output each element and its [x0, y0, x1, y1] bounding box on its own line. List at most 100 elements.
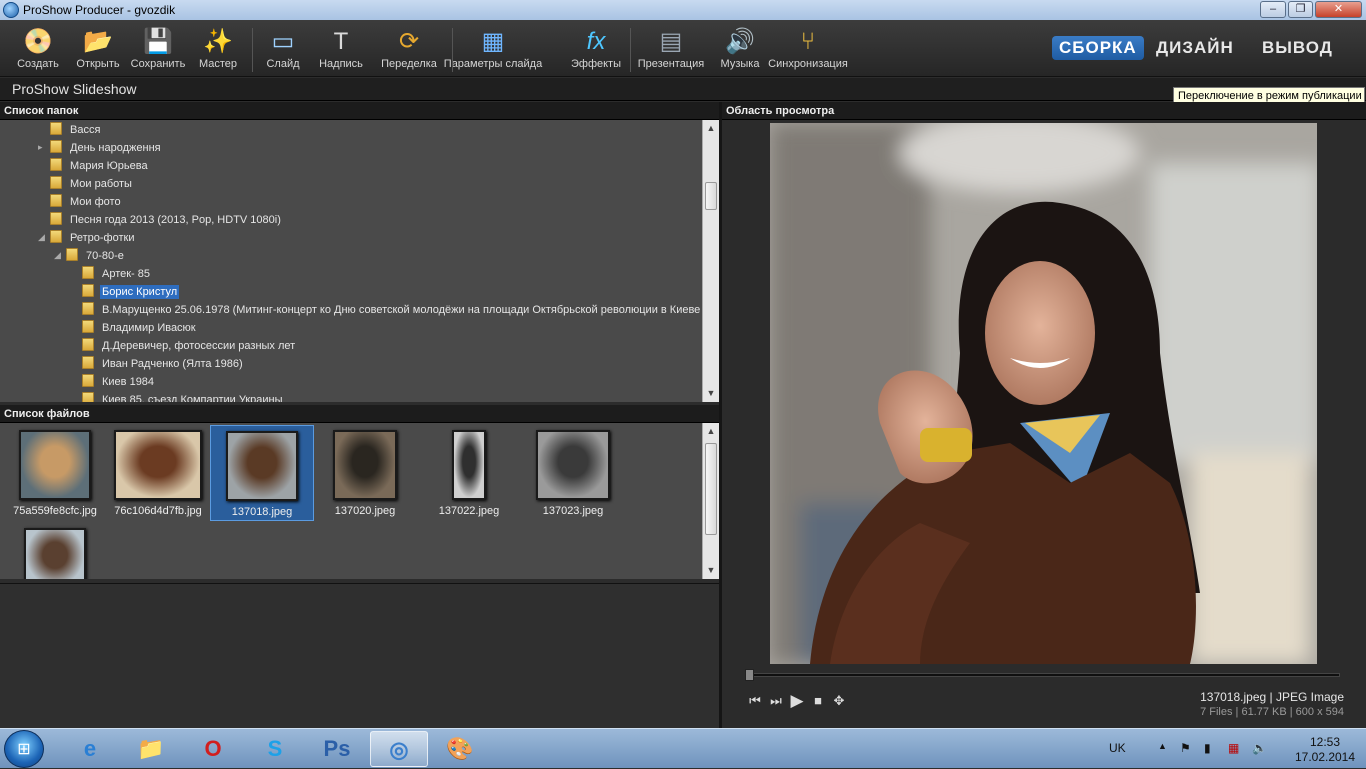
folder-item[interactable]: Ретро-фотки	[50, 229, 136, 247]
file-thumbnail[interactable]: 137020.jpeg	[313, 425, 417, 521]
toolbar-button-slide-options[interactable]: ▦ Параметры слайда	[444, 24, 542, 70]
toolbar-button-effects[interactable]: fx Эффекты	[566, 24, 626, 70]
file-thumbnail[interactable]: 137018.jpeg	[210, 425, 314, 521]
taskbar-internet-explorer-icon[interactable]: e	[61, 731, 119, 767]
folder-label: Борис Кристул	[100, 285, 180, 299]
folder-label: День народження	[70, 142, 161, 154]
thumbnail-image	[333, 430, 397, 500]
start-button[interactable]: ⊞	[4, 730, 44, 768]
folder-label: Артек- 85	[102, 268, 151, 280]
folder-icon	[50, 230, 62, 243]
folder-item[interactable]: Мария Юрьева	[50, 157, 150, 175]
tree-expander-icon[interactable]: ◢	[38, 232, 45, 243]
folder-label: В.Марущенко 25.06.1978 (Митинг-концерт к…	[102, 304, 701, 316]
preview-panel: ⏮ ⏭ ▶ ■ ✥ 137018.jpeg | JPEG Image 7 Fil…	[722, 120, 1366, 728]
folder-item[interactable]: Мои работы	[50, 175, 134, 193]
file-thumbnail[interactable]: 76c106d4d7fb.jpg	[106, 425, 210, 521]
taskbar-opera-icon[interactable]: O	[184, 731, 242, 767]
close-button[interactable]: ✕	[1315, 1, 1362, 18]
tree-expander-icon[interactable]: ▸	[38, 142, 43, 153]
taskbar-paint-icon[interactable]: 🎨	[431, 731, 489, 767]
maximize-button[interactable]: ❐	[1288, 1, 1313, 18]
folder-item[interactable]: Песня года 2013 (2013, Pop, HDTV 1080i)	[50, 211, 283, 229]
taskbar-proshow-icon[interactable]: ◎	[370, 731, 428, 767]
scroll-up-icon[interactable]: ▲	[703, 120, 719, 136]
toolbar-button-sync[interactable]: ⑂ Синхронизация	[768, 24, 848, 70]
design-mode-tab[interactable]: ДИЗАЙН	[1156, 36, 1234, 60]
scroll-down-icon[interactable]: ▼	[703, 385, 719, 401]
tree-expander-icon[interactable]: ◢	[54, 250, 61, 261]
folder-tree[interactable]: Васся ▸ День народження Мария Юрьева Мои раб…	[0, 120, 702, 402]
scroll-down-icon[interactable]: ▼	[703, 562, 719, 578]
caption-icon: T	[333, 28, 349, 55]
slide-list-area[interactable]	[0, 583, 719, 728]
clock-date: 17.02.2014	[1294, 750, 1356, 764]
show-title-bar: ProShow Slideshow	[0, 78, 1366, 101]
clock-time: 12:53	[1309, 735, 1341, 749]
folder-item[interactable]: Киев 1984	[82, 373, 156, 391]
folder-icon	[82, 302, 94, 315]
folder-item[interactable]: 70-80-е	[66, 247, 126, 265]
folder-item[interactable]: Мои фото	[50, 193, 123, 211]
file-list-scrollbar[interactable]: ▲ ▼	[702, 423, 719, 579]
add-slide-icon: ▭	[271, 28, 295, 55]
output-mode-tab[interactable]: ВЫВОД	[1262, 36, 1333, 60]
folder-item[interactable]: Иван Радченко (Ялта 1986)	[82, 355, 245, 373]
folder-item[interactable]: В.Марущенко 25.06.1978 (Митинг-концерт к…	[82, 301, 702, 319]
previous-icon[interactable]: ⏮	[748, 694, 762, 708]
folders-panel-header: Список папок	[0, 102, 719, 120]
folder-item[interactable]: Борис Кристул	[82, 283, 180, 301]
file-thumbnail[interactable]: 137022.jpeg	[417, 425, 521, 521]
folder-item[interactable]: Д.Деревичер, фотосессии разных лет	[82, 337, 297, 355]
taskbar-skype-icon[interactable]: S	[246, 731, 304, 767]
files-panel-header: Список файлов	[0, 405, 719, 423]
assembly-mode-tab[interactable]: СБОРКА	[1052, 36, 1144, 60]
folder-label: Мария Юрьева	[70, 160, 148, 172]
folder-icon	[82, 284, 94, 297]
music-icon: 🔊	[725, 28, 755, 55]
device-icon[interactable]: ▮	[1204, 741, 1211, 755]
folder-item[interactable]: Артек- 85	[82, 265, 152, 283]
main-toolbar: 📀 Создать 📂 Открыть 💾 Сохранить ✨ Мастер ▭ Слайд T…	[0, 20, 1366, 77]
folder-label: Д.Деревичер, фотосессии разных лет	[102, 340, 296, 352]
app-icon	[3, 2, 19, 18]
scroll-thumb[interactable]	[705, 182, 717, 210]
timeline-slider[interactable]	[745, 669, 1340, 681]
folder-item[interactable]: День народження	[50, 139, 163, 157]
toolbar-label: Синхронизация	[768, 58, 848, 70]
folder-item[interactable]: Владимир Ивасюк	[82, 319, 198, 337]
fullscreen-icon[interactable]: ✥	[832, 694, 846, 708]
file-thumbnail[interactable]	[3, 523, 107, 579]
play-icon[interactable]: ▶	[790, 692, 804, 709]
folder-label: 70-80-е	[86, 250, 124, 262]
sync-icon: ⑂	[800, 28, 816, 55]
file-name: 76c106d4d7fb.jpg	[114, 505, 202, 517]
next-icon[interactable]: ⏭	[769, 694, 783, 708]
file-list[interactable]: 75a559fe8cfc.jpg 76c106d4d7fb.jpg 137018.j…	[0, 423, 702, 579]
scroll-thumb[interactable]	[705, 443, 717, 535]
folder-tree-scrollbar[interactable]: ▲ ▼	[702, 120, 719, 402]
thumbnail-image	[452, 430, 486, 500]
folder-item[interactable]: Киев 85. съезд Компартии Украины	[82, 391, 285, 402]
thumbnail-image	[226, 431, 298, 501]
volume-icon[interactable]: 🔈	[1252, 741, 1267, 755]
taskbar-windows-explorer-icon[interactable]: 📁	[122, 731, 180, 767]
tray-expand-icon[interactable]: ▲	[1158, 741, 1167, 751]
file-name: 137020.jpeg	[334, 505, 396, 517]
minimize-button[interactable]: ‒	[1260, 1, 1286, 18]
folder-icon	[50, 140, 62, 153]
folder-icon	[82, 392, 94, 402]
language-indicator[interactable]: UK	[1109, 741, 1126, 755]
toolbar-button-remix[interactable]: ⟳ Переделка	[379, 24, 439, 70]
folder-item[interactable]: Васся	[50, 121, 102, 139]
timeline-knob[interactable]	[745, 669, 754, 681]
system-clock[interactable]: 12:53 17.02.2014	[1290, 735, 1360, 765]
taskbar-photoshop-icon[interactable]: Ps	[308, 731, 366, 767]
network-icon[interactable]: ▦	[1228, 741, 1239, 755]
stop-icon[interactable]: ■	[811, 694, 825, 708]
file-thumbnail[interactable]: 75a559fe8cfc.jpg	[3, 425, 107, 521]
action-center-flag-icon[interactable]: ⚑	[1180, 741, 1191, 755]
file-thumbnail[interactable]: 137023.jpeg	[521, 425, 625, 521]
scroll-up-icon[interactable]: ▲	[703, 423, 719, 439]
file-name: 137018.jpeg	[231, 506, 293, 518]
